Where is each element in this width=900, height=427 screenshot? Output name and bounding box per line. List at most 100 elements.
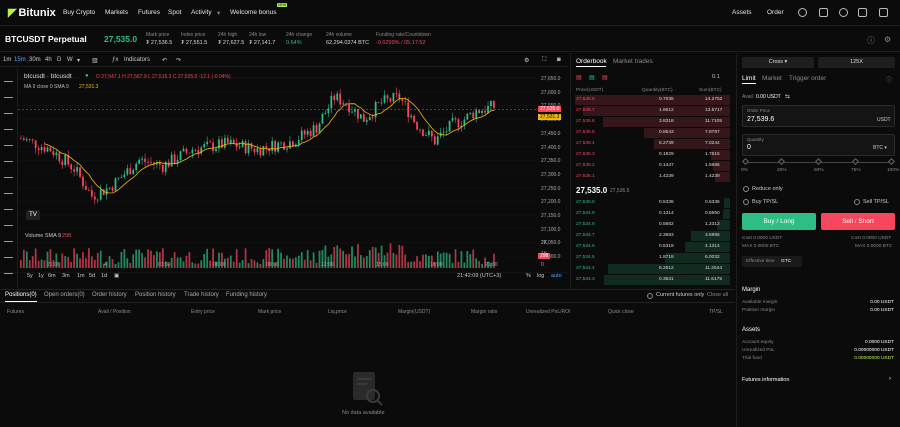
interval-15m[interactable]: 15m (14, 57, 26, 63)
range-1m[interactable]: 1m (77, 273, 85, 279)
order-type-market[interactable]: Market (762, 75, 782, 82)
interval-4h[interactable]: 4h (45, 57, 52, 63)
tab-order-history[interactable]: Order history (92, 292, 127, 298)
nav-spot[interactable]: Spot (168, 9, 181, 16)
margin-mode-select[interactable]: Cross ▾ (742, 57, 814, 68)
order-type-trigger[interactable]: Trigger order (789, 75, 826, 82)
sell-short-button[interactable]: Sell / Short (821, 213, 895, 230)
logo[interactable]: ◤ Bitunix (8, 6, 56, 19)
undo-icon[interactable]: ↶ (162, 57, 167, 64)
book-mode-asks-icon[interactable]: ▤ (602, 74, 608, 81)
range-1y[interactable]: 1y (38, 273, 44, 279)
bid-row[interactable]: 27,534.9 0.1314 0.6650 (575, 209, 730, 219)
language-icon[interactable] (839, 8, 848, 17)
book-mode-both-icon[interactable]: ▤ (576, 74, 582, 81)
tab-trade-history[interactable]: Trade history (184, 292, 219, 298)
ask-row[interactable]: 27,535.3 0.1829 1.7515 (575, 150, 730, 160)
reduce-only-checkbox[interactable] (743, 186, 749, 192)
user-icon[interactable] (798, 8, 807, 17)
volume-bar (368, 250, 371, 268)
ob-qty: 0.1314 (659, 211, 674, 216)
indicators-button[interactable]: Indicators (124, 57, 150, 63)
settings-icon[interactable] (879, 8, 888, 17)
info-icon[interactable]: ⓘ (867, 35, 875, 46)
bid-row[interactable]: 27,534.6 0.5319 4.1314 (575, 242, 730, 252)
buy-long-button[interactable]: Buy / Long (742, 213, 816, 230)
ask-row[interactable]: 27,535.1 1.4239 1.4239 (575, 172, 730, 182)
nav-activity[interactable]: Activity (191, 9, 212, 16)
tab-funding-history[interactable]: Funding history (226, 292, 267, 298)
tab-positions[interactable]: Positions(0) (5, 292, 37, 298)
camera-icon[interactable]: ◙ (557, 57, 561, 63)
quantity-unit-select[interactable]: BTC ▾ (873, 145, 887, 151)
indicators-icon[interactable]: ƒx (112, 57, 118, 63)
sell-tpsl-checkbox[interactable] (854, 199, 860, 205)
nav-order[interactable]: Order (767, 9, 784, 16)
order-price-value[interactable]: 27,539.6 (747, 116, 774, 123)
ask-row[interactable]: 27,535.4 5.2739 7.0244 (575, 139, 730, 149)
fullscreen-icon[interactable]: ⛶ (542, 57, 546, 64)
bid-row[interactable]: 27,535.0 0.5336 0.5336 (575, 198, 730, 208)
stat-value: -0.0299% / 05:17:52 (376, 40, 426, 46)
order-type-limit[interactable]: Limit (742, 75, 756, 82)
bid-row[interactable]: 27,534.4 5.2512 11.2544 (575, 264, 730, 274)
ask-row[interactable]: 27,535.8 0.7035 14.2752 (575, 95, 730, 105)
close-all-button[interactable]: Close all (707, 292, 728, 298)
effective-time-value[interactable]: GTC (781, 259, 791, 264)
symbol-selector[interactable]: BTCUSDT Perpetual (5, 34, 87, 44)
bid-row[interactable]: 27,534.3 0.3631 11.6175 (575, 275, 730, 285)
volume-bar (357, 244, 359, 268)
bid-row[interactable]: 27,534.8 0.5662 1.2312 (575, 220, 730, 230)
ask-row[interactable]: 27,535.6 3.8318 11.7105 (575, 117, 730, 127)
auto-toggle[interactable]: auto (551, 273, 562, 279)
nav-buy-crypto[interactable]: Buy Crypto (63, 9, 95, 16)
tab-market-trades[interactable]: Market trades (613, 58, 653, 65)
settings-icon[interactable]: ⚙ (884, 35, 891, 44)
ask-row[interactable]: 27,535.2 0.1447 1.5686 (575, 161, 730, 171)
tab-orderbook[interactable]: Orderbook (576, 58, 607, 65)
nav-futures[interactable]: Futures (138, 9, 160, 16)
nav-markets[interactable]: Markets (105, 9, 128, 16)
book-mode-bids-icon[interactable]: ▤ (589, 74, 595, 81)
chevron-right-icon[interactable]: › (889, 376, 891, 382)
range-1d[interactable]: 1d (101, 273, 107, 279)
interval-1m[interactable]: 1m (3, 57, 11, 63)
buy-tpsl-checkbox[interactable] (743, 199, 749, 205)
interval-w[interactable]: W (67, 57, 73, 63)
range-3m[interactable]: 3m (62, 273, 70, 279)
chevron-down-icon[interactable]: ▾ (77, 57, 80, 64)
percent-toggle[interactable]: % (526, 273, 531, 279)
transfer-icon[interactable]: ⇆ (785, 93, 790, 100)
ob-price: 27,535.5 (576, 130, 595, 135)
calendar-icon[interactable]: ▣ (114, 273, 119, 279)
leverage-select[interactable]: 125X (818, 57, 895, 68)
interval-30m[interactable]: 30m (29, 57, 41, 63)
tab-position-history[interactable]: Position history (135, 292, 176, 298)
tab-open-orders[interactable]: Open orders(0) (44, 292, 85, 298)
current-only-checkbox[interactable] (647, 293, 653, 299)
range-5d[interactable]: 5d (89, 273, 95, 279)
candlestick-chart[interactable] (0, 68, 568, 273)
chevron-down-icon[interactable]: ⌄ (80, 34, 86, 42)
bid-row[interactable]: 27,534.7 2.3683 3.5995 (575, 231, 730, 241)
info-label: Position margin (742, 308, 776, 313)
info-icon[interactable]: ⓘ (886, 75, 892, 84)
precision-select[interactable]: 0.1 (712, 74, 720, 80)
quantity-value[interactable]: 0 (747, 144, 751, 151)
download-icon[interactable] (858, 8, 867, 17)
ask-row[interactable]: 27,535.5 0.8543 7.8787 (575, 128, 730, 138)
candle-type-icon[interactable]: ▥ (92, 57, 98, 64)
range-5y[interactable]: 5y (27, 273, 33, 279)
redo-icon[interactable]: ↷ (176, 57, 181, 64)
futures-info-link[interactable]: Futures information (742, 377, 789, 383)
notification-icon[interactable] (819, 8, 828, 17)
log-toggle[interactable]: log (537, 273, 544, 279)
nav-welcome-bonus[interactable]: Welcome bonus (230, 9, 277, 16)
time-tick: 4 (104, 262, 107, 268)
interval-d[interactable]: D (57, 57, 61, 63)
settings-icon[interactable]: ⚙ (524, 57, 529, 64)
range-6m[interactable]: 6m (48, 273, 56, 279)
nav-assets[interactable]: Assets (732, 9, 752, 16)
bid-row[interactable]: 27,534.5 1.8718 6.0032 (575, 253, 730, 263)
ask-row[interactable]: 27,535.7 1.8612 13.5717 (575, 106, 730, 116)
